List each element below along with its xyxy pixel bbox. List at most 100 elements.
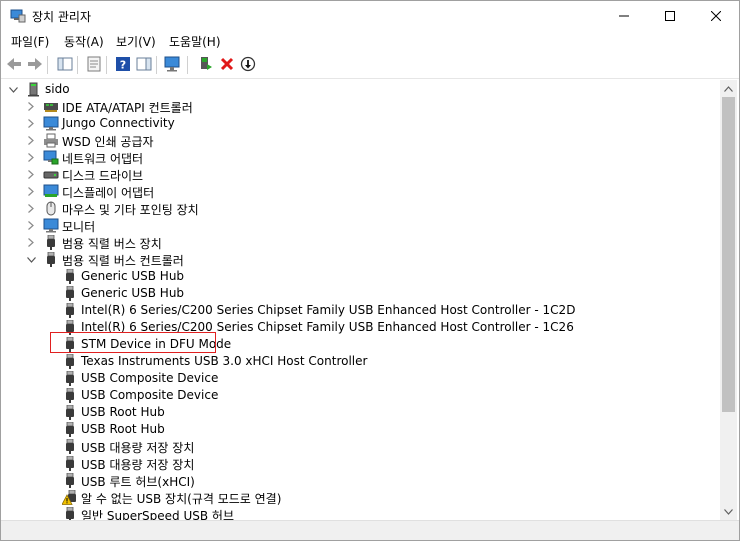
- warning-usb-icon: [61, 489, 78, 505]
- display-adapter-icon: [43, 184, 59, 199]
- red-x-icon: [220, 57, 234, 71]
- console-tree-icon: [57, 57, 73, 71]
- help-icon: ?: [116, 57, 130, 72]
- tree-device-item[interactable]: USB Root Hub: [2, 404, 719, 421]
- back-button[interactable]: [5, 55, 23, 73]
- chevron-right-icon[interactable]: [25, 98, 37, 115]
- tree-device-item[interactable]: 일반 SuperSpeed USB 허브: [2, 506, 719, 520]
- usb-icon: [62, 370, 78, 386]
- properties-icon: [87, 56, 101, 72]
- tree-item-label: 일반 SuperSpeed USB 허브: [81, 509, 235, 520]
- chevron-right-icon[interactable]: [25, 115, 37, 132]
- maximize-icon: [665, 11, 675, 21]
- toolbar-separator: [187, 56, 188, 74]
- printer-icon: [43, 133, 59, 148]
- ide-controller-icon: [43, 99, 59, 114]
- tree-category-item[interactable]: Jungo Connectivity: [2, 115, 719, 132]
- chevron-down-icon: [724, 508, 733, 515]
- usb-icon: [62, 421, 78, 437]
- tree-device-item[interactable]: USB 루트 허브(xHCI): [2, 472, 719, 489]
- chevron-right-icon[interactable]: [25, 200, 37, 217]
- usb-icon: [62, 285, 78, 301]
- chevron-down-icon[interactable]: [7, 81, 19, 98]
- tree-category-item[interactable]: WSD 인쇄 공급자: [2, 132, 719, 149]
- disable-device-button[interactable]: [239, 55, 257, 73]
- chevron-right-icon[interactable]: [25, 166, 37, 183]
- update-driver-button[interactable]: [196, 55, 214, 73]
- menu-help[interactable]: 도움말(H): [169, 33, 221, 50]
- menu-view[interactable]: 보기(V): [116, 33, 156, 50]
- tree-category-item[interactable]: 디스크 드라이브: [2, 166, 719, 183]
- tree-category-item[interactable]: 범용 직렬 버스 컨트롤러: [2, 251, 719, 268]
- highlight-box: [50, 332, 216, 353]
- tree-device-item[interactable]: 알 수 없는 USB 장치(규격 모드로 연결): [2, 489, 719, 506]
- vertical-scrollbar[interactable]: [720, 80, 737, 520]
- close-button[interactable]: [693, 1, 739, 31]
- monitor-icon: [43, 218, 59, 233]
- chevron-right-icon[interactable]: [25, 149, 37, 166]
- chevron-down-icon[interactable]: [25, 251, 37, 268]
- scroll-up-button[interactable]: [720, 80, 737, 97]
- usb-icon: [62, 438, 78, 454]
- chevron-right-icon[interactable]: [25, 234, 37, 251]
- close-icon: [711, 11, 721, 21]
- tree-item-label: 마우스 및 기타 포인팅 장치: [62, 203, 199, 217]
- action-pane-icon: [136, 57, 152, 71]
- tree-device-item[interactable]: Intel(R) 6 Series/C200 Series Chipset Fa…: [2, 302, 719, 319]
- chevron-right-icon[interactable]: [25, 132, 37, 149]
- scroll-down-button[interactable]: [720, 503, 737, 520]
- chevron-right-icon[interactable]: [25, 217, 37, 234]
- menu-file[interactable]: 파일(F): [11, 33, 49, 50]
- uninstall-device-button[interactable]: [218, 55, 236, 73]
- tree-category-item[interactable]: 마우스 및 기타 포인팅 장치: [2, 200, 719, 217]
- title-bar[interactable]: 장치 관리자: [1, 1, 739, 31]
- scan-hardware-icon: [164, 56, 180, 72]
- tree-category-item[interactable]: 모니터: [2, 217, 719, 234]
- status-bar: [1, 520, 739, 540]
- show-hide-console-tree-button[interactable]: [56, 55, 74, 73]
- tree-device-item[interactable]: USB 대용량 저장 장치: [2, 438, 719, 455]
- tree-device-item[interactable]: USB Composite Device: [2, 387, 719, 404]
- tree-item-label: WSD 인쇄 공급자: [62, 135, 154, 149]
- usb-icon: [43, 251, 59, 267]
- usb-icon: [43, 234, 59, 250]
- menu-bar: 파일(F) 동작(A) 보기(V) 도움말(H): [1, 31, 739, 51]
- disk-drive-icon: [43, 167, 59, 182]
- help-button[interactable]: ?: [114, 55, 132, 73]
- forward-button[interactable]: [26, 55, 44, 73]
- minimize-button[interactable]: [601, 1, 647, 31]
- usb-icon: [62, 506, 78, 520]
- action-pane-button[interactable]: [135, 55, 153, 73]
- tree-device-item[interactable]: Generic USB Hub: [2, 268, 719, 285]
- monitor-icon: [43, 116, 59, 131]
- tree-category-item[interactable]: 네트워크 어댑터: [2, 149, 719, 166]
- tree-item-label: 디스크 드라이브: [62, 169, 144, 183]
- network-adapter-icon: [43, 150, 59, 165]
- maximize-button[interactable]: [647, 1, 693, 31]
- usb-icon: [62, 455, 78, 471]
- tree-device-item[interactable]: USB Root Hub: [2, 421, 719, 438]
- tree-item-label: 네트워크 어댑터: [62, 152, 144, 166]
- tree-category-item[interactable]: 디스플레이 어댑터: [2, 183, 719, 200]
- device-tree[interactable]: sido IDE ATA/ATAPI 컨트롤러 Jungo Connectivity…: [2, 80, 719, 520]
- properties-button[interactable]: [85, 55, 103, 73]
- tree-item-label: USB 대용량 저장 장치: [81, 458, 195, 472]
- tree-item-label: Jungo Connectivity: [62, 116, 175, 130]
- window-title: 장치 관리자: [32, 10, 92, 24]
- tree-device-item[interactable]: USB Composite Device: [2, 370, 719, 387]
- tree-device-item[interactable]: Generic USB Hub: [2, 285, 719, 302]
- tree-item-label: USB Root Hub: [81, 405, 165, 419]
- back-arrow-icon: [7, 58, 21, 70]
- scan-hardware-button[interactable]: [164, 55, 182, 73]
- tree-category-item[interactable]: 범용 직렬 버스 장치: [2, 234, 719, 251]
- tree-category-item[interactable]: IDE ATA/ATAPI 컨트롤러: [2, 98, 719, 115]
- tree-device-item[interactable]: USB 대용량 저장 장치: [2, 455, 719, 472]
- chevron-right-icon[interactable]: [25, 183, 37, 200]
- tree-item-label: USB 대용량 저장 장치: [81, 441, 195, 455]
- usb-icon: [62, 302, 78, 318]
- scroll-thumb[interactable]: [722, 97, 735, 412]
- tree-device-item[interactable]: Texas Instruments USB 3.0 xHCI Host Cont…: [2, 353, 719, 370]
- tree-root-computer[interactable]: sido: [2, 81, 719, 98]
- menu-action[interactable]: 동작(A): [64, 33, 104, 50]
- chevron-up-icon: [724, 85, 733, 92]
